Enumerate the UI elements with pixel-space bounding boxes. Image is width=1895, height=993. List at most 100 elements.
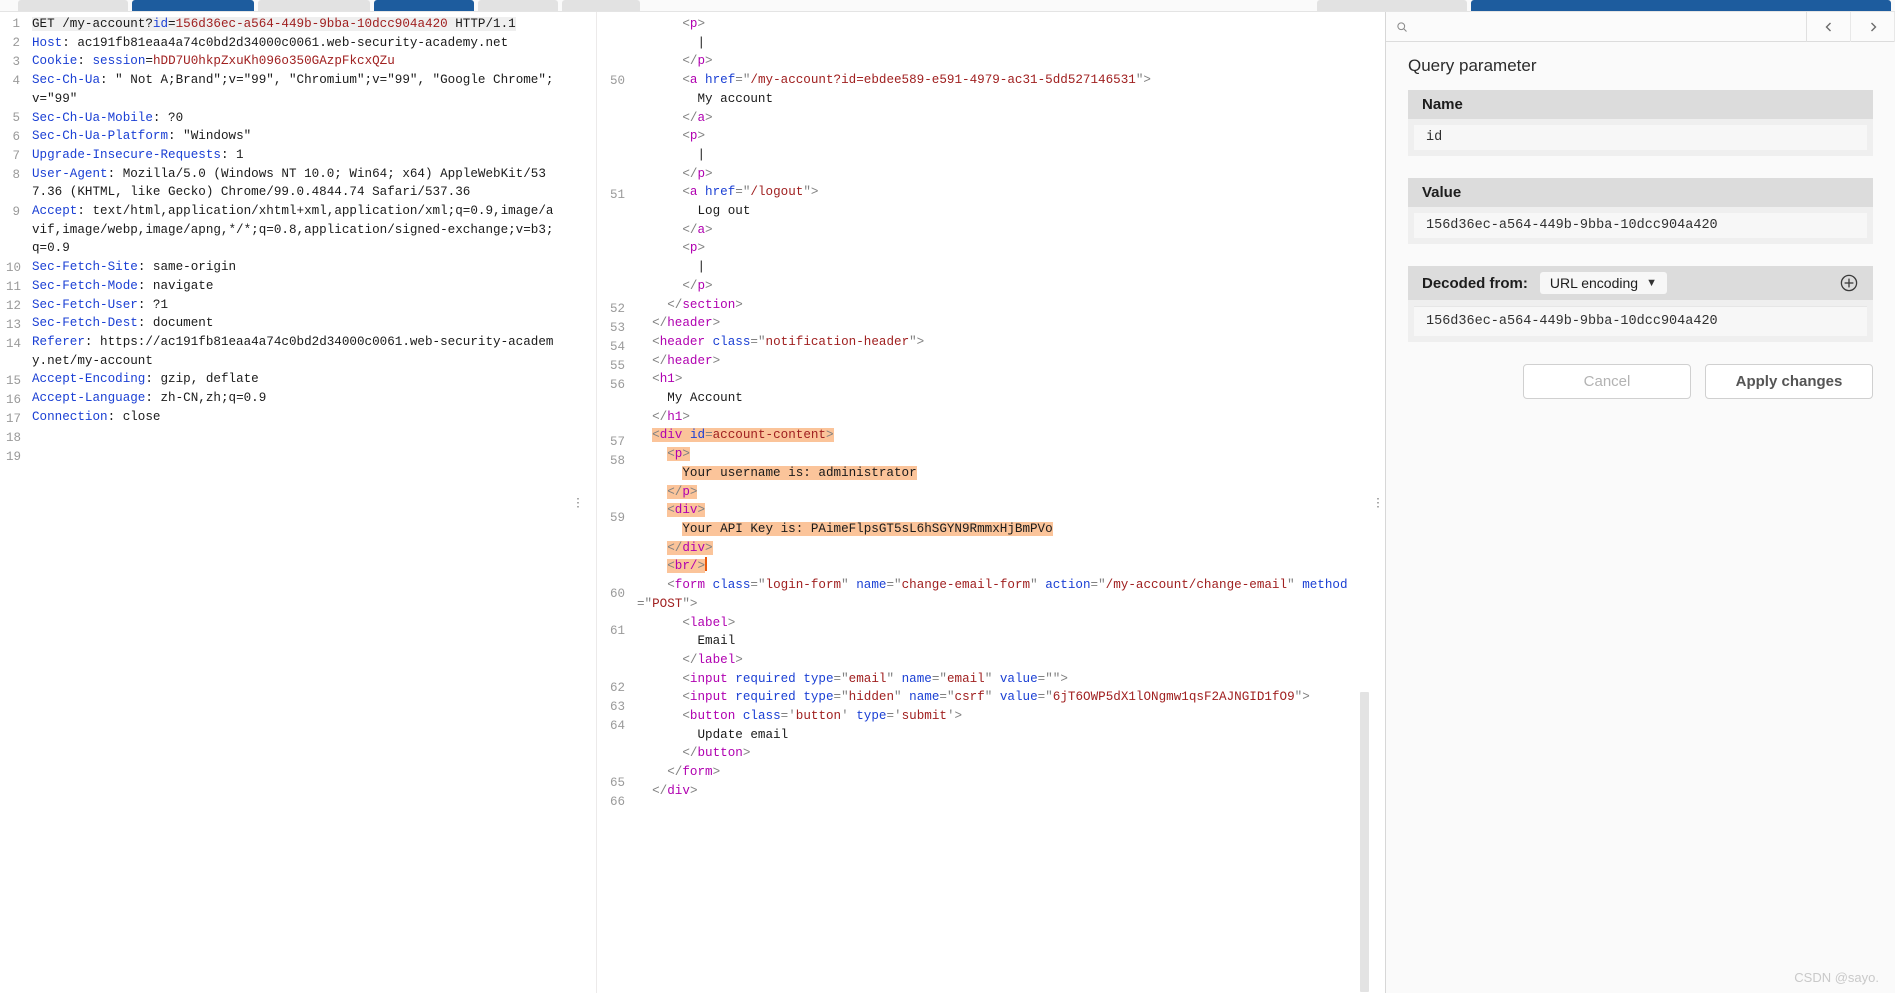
line-number: 4 — [12, 74, 20, 88]
line-number: 51 — [609, 188, 625, 202]
line-number: 57 — [609, 435, 625, 449]
code-line: GET /my-account?id=156d36ec-a564-449b-9b… — [32, 17, 516, 31]
response-vertical-scrollbar[interactable] — [1360, 692, 1369, 992]
value-input[interactable]: 156d36ec-a564-449b-9bba-10dcc904a420 — [1414, 213, 1867, 238]
line-number: 54 — [609, 340, 625, 354]
line-number: 2 — [12, 36, 20, 50]
decoded-value-input[interactable]: 156d36ec-a564-449b-9bba-10dcc904a420 — [1414, 306, 1867, 336]
code-line: | — [697, 260, 706, 275]
response-code[interactable]: <p> | </p> <a href="/my-account?id=ebdee… — [631, 12, 1371, 993]
left-panel-splitter[interactable]: ⋮ — [560, 12, 596, 993]
inspector-body: Query parameter Name id Value 156d36ec-a… — [1386, 42, 1895, 399]
add-decoding-button[interactable] — [1839, 273, 1859, 293]
line-number — [603, 755, 625, 774]
line-number — [603, 547, 625, 566]
tab-repeater[interactable] — [478, 0, 558, 11]
line-number — [603, 129, 625, 148]
search-input[interactable] — [1386, 11, 1807, 42]
code-line: </p> — [682, 54, 713, 69]
line-number: 3 — [12, 55, 20, 69]
line-number: 62 — [609, 681, 625, 695]
line-number: 58 — [609, 454, 625, 468]
code-line: <p> — [682, 241, 706, 256]
right-panel-splitter[interactable]: ⋮ — [1371, 12, 1385, 993]
code-line: <p> — [667, 447, 690, 462]
line-number — [603, 736, 625, 755]
code-line: Upgrade-Insecure-Requests: 1 — [32, 147, 244, 162]
decoding-select-value: URL encoding — [1549, 275, 1639, 291]
line-number — [603, 566, 625, 585]
next-match-button[interactable] — [1851, 11, 1895, 42]
code-line: </h1> — [652, 409, 690, 424]
tab-target[interactable] — [132, 0, 254, 11]
line-number — [603, 395, 625, 414]
code-line: Sec-Ch-Ua: " Not A;Brand";v="99", "Chrom… — [32, 73, 554, 106]
inspector-title: Query parameter — [1408, 56, 1537, 75]
request-panel[interactable]: 1 2 3 4 5 6 7 8 9 10 11 12 13 14 15 16 17 18 19 GET /my-ac… — [0, 12, 560, 993]
tab-intruder[interactable] — [374, 0, 474, 11]
code-line: My Account — [667, 391, 743, 406]
code-line: Connection: close — [32, 409, 161, 424]
code-line: <button class='button' type='submit'> — [682, 709, 963, 724]
line-number — [603, 528, 625, 547]
request-code[interactable]: GET /my-account?id=156d36ec-a564-449b-9b… — [26, 12, 560, 993]
tab-request[interactable] — [1317, 0, 1467, 11]
line-number: 17 — [6, 412, 22, 426]
line-number — [603, 262, 625, 281]
code-line: </p> — [682, 166, 713, 181]
code-line: My account — [697, 91, 774, 106]
apply-changes-button[interactable]: Apply changes — [1705, 364, 1873, 399]
code-line: Referer: https://ac191fb81eaa4a74c0bd2d3… — [32, 334, 554, 368]
decoded-label: Decoded from: — [1422, 274, 1528, 292]
decoded-field-box: 156d36ec-a564-449b-9bba-10dcc904a420 — [1408, 300, 1873, 342]
code-line: Accept-Encoding: gzip, deflate — [32, 372, 259, 387]
line-number: 55 — [609, 359, 625, 373]
tab-response[interactable] — [1471, 0, 1891, 11]
line-number — [603, 53, 625, 72]
code-line: <div> — [667, 503, 706, 518]
watermark: CSDN @sayo. — [1794, 970, 1879, 985]
burp-suite-window: 1 2 3 4 5 6 7 8 9 10 11 12 13 14 15 16 17 18 19 GET /my-ac… — [0, 0, 1895, 993]
line-number: 5 — [12, 111, 20, 125]
code-line: <div id=account-content> — [652, 428, 834, 443]
line-number: 61 — [609, 624, 625, 638]
inspector-toolbar — [1386, 11, 1895, 42]
code-line: </p> — [682, 278, 713, 293]
line-number — [603, 110, 625, 129]
prev-match-button[interactable] — [1807, 11, 1851, 42]
code-line: Sec-Fetch-Dest: document — [32, 316, 214, 331]
line-number — [603, 660, 625, 679]
code-line: Accept: text/html,application/xhtml+xml,… — [32, 204, 554, 256]
name-input[interactable]: id — [1414, 125, 1867, 150]
chevron-down-icon: ▼ — [1646, 277, 1657, 289]
line-number: 59 — [609, 511, 625, 525]
code-line: Your API Key is: PAimeFlpsGT5sL6hSGYN9Rm… — [682, 521, 1053, 536]
name-field-box: id — [1408, 119, 1873, 156]
line-number: 63 — [609, 700, 625, 714]
chevron-right-icon — [1870, 22, 1876, 31]
tab-proxy[interactable] — [258, 0, 370, 11]
code-line: </section> — [667, 297, 743, 312]
splitter-grip-icon: ⋮ — [572, 495, 584, 509]
line-number: 1 — [12, 17, 20, 31]
code-line: </label> — [682, 652, 743, 667]
code-line: </a> — [682, 110, 713, 125]
line-number — [603, 148, 625, 167]
code-line: Sec-Fetch-User: ?1 — [32, 297, 169, 312]
code-line: <h1> — [652, 372, 683, 387]
name-label: Name — [1408, 90, 1873, 119]
tab-dashboard[interactable] — [18, 0, 128, 11]
line-number — [603, 414, 625, 433]
tab-sequencer[interactable] — [562, 0, 640, 11]
cancel-button[interactable]: Cancel — [1523, 364, 1691, 399]
code-line: Sec-Fetch-Site: same-origin — [32, 260, 237, 275]
line-number: 52 — [609, 302, 625, 316]
decoding-select[interactable]: URL encoding ▼ — [1539, 272, 1667, 294]
line-number: 50 — [609, 74, 625, 88]
code-line: Sec-Fetch-Mode: navigate — [32, 278, 214, 293]
value-label: Value — [1408, 178, 1873, 207]
inspector-panel: Query parameter Name id Value 156d36ec-a… — [1385, 11, 1895, 993]
code-line: <input required type="hidden" name="csrf… — [682, 690, 1310, 705]
response-panel[interactable]: 50 51 52 53 54 55 56 57 58 59 60 61 62 63 64 65 66 <p> |… — [596, 12, 1371, 993]
